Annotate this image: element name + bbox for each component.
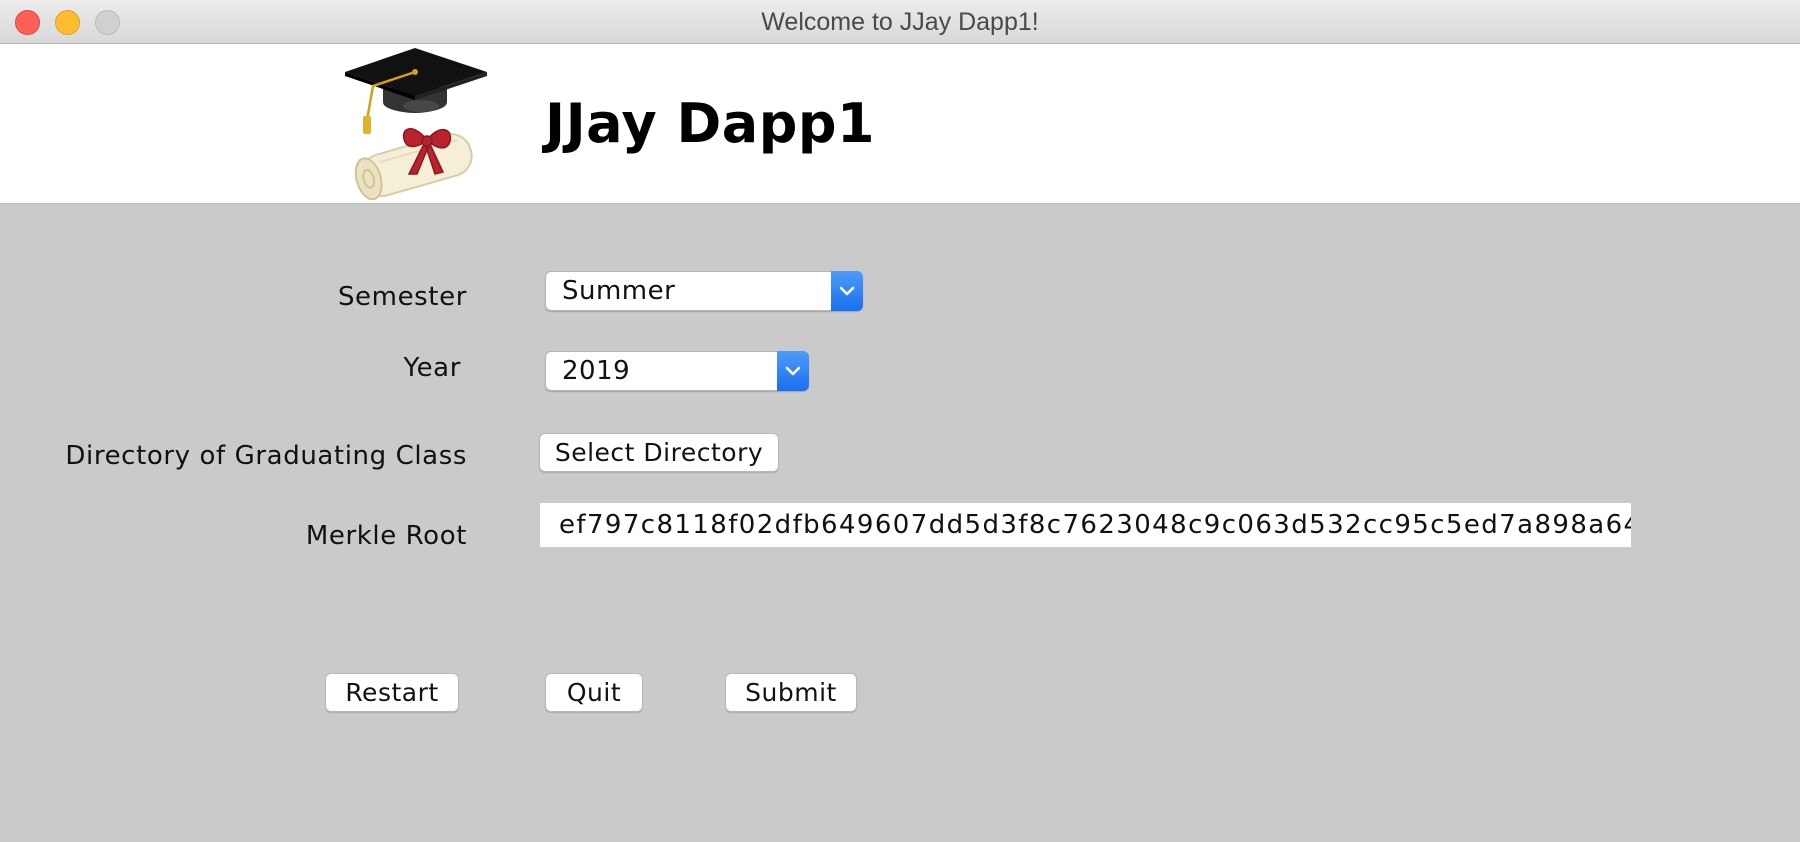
chevron-down-icon[interactable]: [831, 271, 863, 311]
submit-button[interactable]: Submit: [725, 673, 857, 712]
restart-button[interactable]: Restart: [325, 673, 459, 712]
select-directory-button[interactable]: Select Directory: [539, 433, 779, 472]
semester-value: Summer: [562, 276, 676, 306]
window-title: Welcome to JJay Dapp1!: [761, 8, 1039, 36]
app-window: Welcome to JJay Dapp1! JJay Dapp1 Semest…: [0, 0, 1800, 842]
year-select[interactable]: 2019: [545, 351, 809, 391]
title-bar[interactable]: Welcome to JJay Dapp1!: [0, 0, 1800, 44]
year-value: 2019: [562, 356, 631, 386]
semester-label: Semester: [337, 282, 467, 312]
directory-label: Directory of Graduating Class: [65, 441, 467, 471]
quit-button[interactable]: Quit: [545, 673, 643, 712]
app-title-heading: JJay Dapp1: [545, 92, 876, 155]
graduation-cap-diploma-icon: [345, 48, 487, 200]
semester-select[interactable]: Summer: [545, 271, 863, 311]
app-header: JJay Dapp1: [0, 44, 1800, 204]
merkle-root-label: Merkle Root: [305, 521, 467, 551]
merkle-root-field[interactable]: ef797c8118f02dfb649607dd5d3f8c7623048c9c…: [540, 503, 1631, 547]
year-label: Year: [403, 353, 461, 383]
chevron-down-icon[interactable]: [777, 351, 809, 391]
